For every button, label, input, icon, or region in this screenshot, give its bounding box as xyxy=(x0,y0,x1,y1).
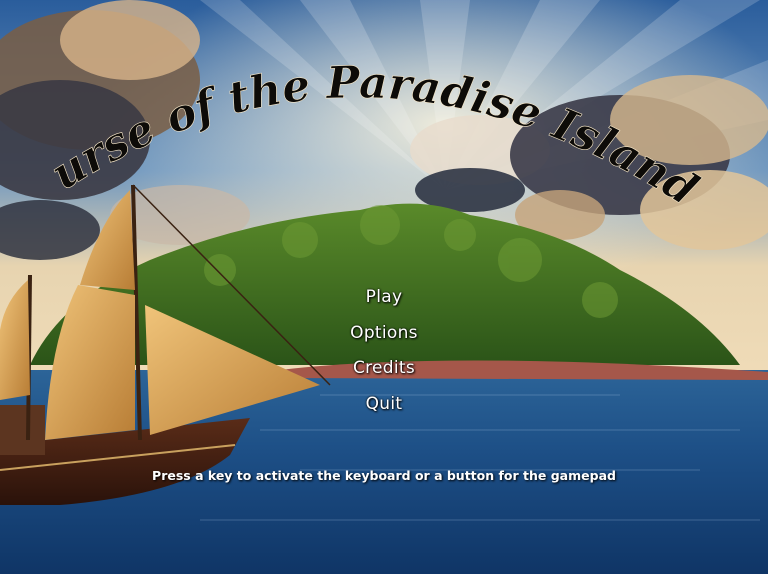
menu-item-quit[interactable]: Quit xyxy=(0,394,768,414)
menu-item-options[interactable]: Options xyxy=(0,323,768,343)
menu-item-play[interactable]: Play xyxy=(0,287,768,307)
input-hint: Press a key to activate the keyboard or … xyxy=(152,468,616,483)
menu-item-credits[interactable]: Credits xyxy=(0,358,768,378)
